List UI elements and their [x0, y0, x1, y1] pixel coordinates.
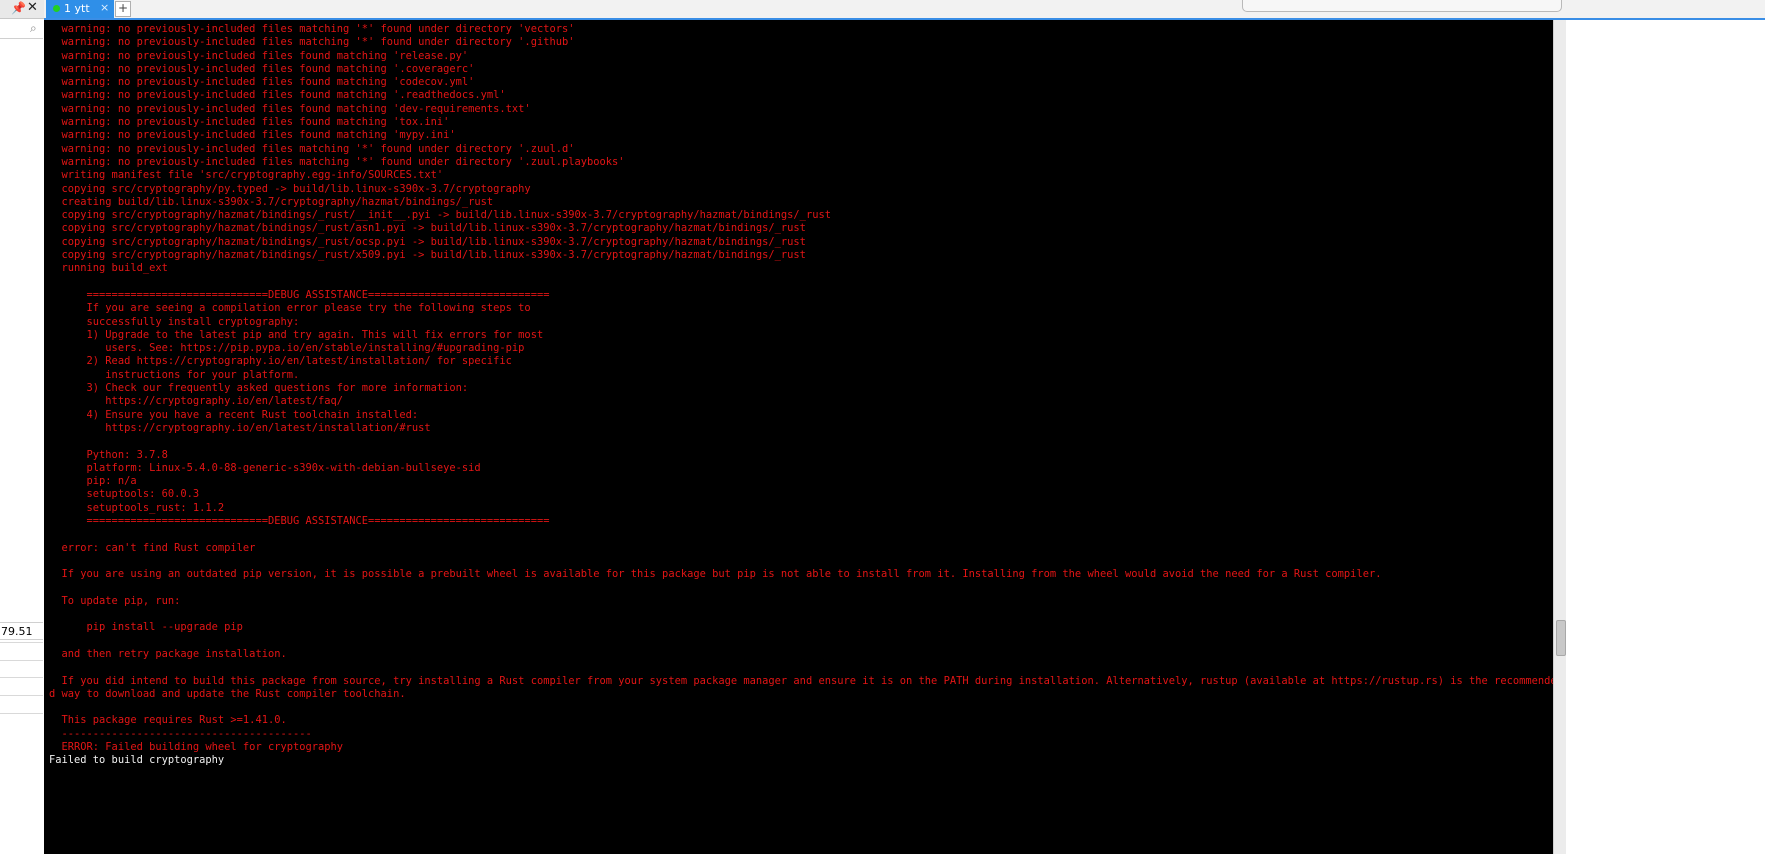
- terminal-line: setuptools: 60.0.3: [49, 488, 200, 501]
- terminal-line: ----------------------------------------: [49, 727, 312, 740]
- terminal-line: 1) Upgrade to the latest pip and try aga…: [49, 328, 544, 341]
- terminal-line: =============================DEBUG ASSIS…: [49, 514, 550, 527]
- terminal-line: ERROR: Failed building wheel for cryptog…: [49, 741, 344, 754]
- terminal-line: =============================DEBUG ASSIS…: [49, 288, 550, 301]
- terminal-line: running build_ext: [49, 262, 168, 275]
- terminal-line: warning: no previously-included files ma…: [49, 142, 575, 155]
- tab-label: 1 ytt: [64, 2, 90, 15]
- terminal-lines: warning: no previously-included files ma…: [49, 23, 1553, 768]
- terminal-line: 4) Ensure you have a recent Rust toolcha…: [49, 408, 419, 421]
- terminal-line: creating build/lib.linux-s390x-3.7/crypt…: [49, 195, 494, 208]
- terminal-line: warning: no previously-included files ma…: [49, 36, 575, 49]
- panel-row: [0, 642, 43, 643]
- terminal-line: d way to download and update the Rust co…: [49, 687, 406, 700]
- terminal-line: To update pip, run:: [49, 594, 181, 607]
- panel-row: [0, 677, 43, 678]
- terminal-line: warning: no previously-included files fo…: [49, 116, 450, 129]
- vertical-scrollbar[interactable]: [1553, 20, 1566, 854]
- terminal-line: copying src/cryptography/hazmat/bindings…: [49, 235, 806, 248]
- terminal-line: Python: 3.7.8: [49, 448, 168, 461]
- terminal-line: copying src/cryptography/hazmat/bindings…: [49, 222, 806, 235]
- tab-session-1[interactable]: 1 ytt ×: [46, 0, 114, 18]
- terminal-line: warning: no previously-included files fo…: [49, 62, 475, 75]
- terminal-output[interactable]: warning: no previously-included files ma…: [44, 20, 1553, 854]
- terminal-line: 2) Read https://cryptography.io/en/lates…: [49, 355, 512, 368]
- panel-header: 📌 ✕: [0, 0, 44, 19]
- terminal-line: pip install --upgrade pip: [49, 621, 243, 634]
- terminal-line: platform: Linux-5.4.0-88-generic-s390x-w…: [49, 461, 481, 474]
- terminal-line: and then retry package installation.: [49, 647, 287, 660]
- terminal-line: error: can't find Rust compiler: [49, 541, 256, 554]
- terminal-line: warning: no previously-included files fo…: [49, 102, 531, 115]
- terminal-line: warning: no previously-included files fo…: [49, 89, 506, 102]
- pin-icon[interactable]: 📌: [11, 1, 26, 15]
- terminal-line: setuptools_rust: 1.1.2: [49, 501, 225, 514]
- search-field[interactable]: ⌕: [0, 20, 43, 39]
- terminal-line: warning: no previously-included files ma…: [49, 155, 625, 168]
- terminal-line: This package requires Rust >=1.41.0.: [49, 714, 287, 727]
- panel-row: [0, 695, 43, 696]
- terminal-line: If you are using an outdated pip version…: [49, 568, 1382, 581]
- terminal-line: copying src/cryptography/hazmat/bindings…: [49, 249, 806, 262]
- close-icon[interactable]: ✕: [27, 0, 38, 15]
- terminal-line: successfully install cryptography:: [49, 315, 300, 328]
- terminal-line: https://cryptography.io/en/latest/instal…: [49, 421, 431, 434]
- terminal-line: instructions for your platform.: [49, 368, 300, 381]
- terminal-line: If you are seeing a compilation error pl…: [49, 302, 531, 315]
- terminal-line: users. See: https://pip.pypa.io/en/stabl…: [49, 342, 525, 355]
- terminal-line: https://cryptography.io/en/latest/faq/: [49, 395, 344, 408]
- terminal-line: 3) Check our frequently asked questions …: [49, 382, 469, 395]
- terminal-line: If you did intend to build this package …: [49, 674, 1554, 687]
- value-field[interactable]: 79.51: [0, 622, 43, 640]
- terminal-line: writing manifest file 'src/cryptography.…: [49, 169, 444, 182]
- terminal-line: copying src/cryptography/hazmat/bindings…: [49, 209, 831, 222]
- terminal-line: warning: no previously-included files fo…: [49, 49, 469, 62]
- panel-row: [0, 660, 43, 661]
- terminal-line: warning: no previously-included files fo…: [49, 129, 456, 142]
- terminal-line: copying src/cryptography/py.typed -> bui…: [49, 182, 531, 195]
- terminal-line: pip: n/a: [49, 475, 137, 488]
- terminal-line: Failed to build cryptography: [49, 754, 225, 767]
- panel-row: [0, 713, 43, 714]
- terminal-line: warning: no previously-included files ma…: [49, 23, 575, 35]
- tab-close-icon[interactable]: ×: [100, 0, 109, 16]
- terminal-line: warning: no previously-included files fo…: [49, 76, 475, 89]
- scrollbar-thumb[interactable]: [1556, 620, 1566, 656]
- left-panel: 📌 ✕ ⌕ 79.51: [0, 0, 45, 854]
- status-dot-icon: [53, 5, 60, 12]
- search-icon[interactable]: ⌕: [30, 21, 37, 36]
- floating-toolbar[interactable]: [1242, 0, 1562, 12]
- add-tab-button[interactable]: +: [115, 1, 131, 17]
